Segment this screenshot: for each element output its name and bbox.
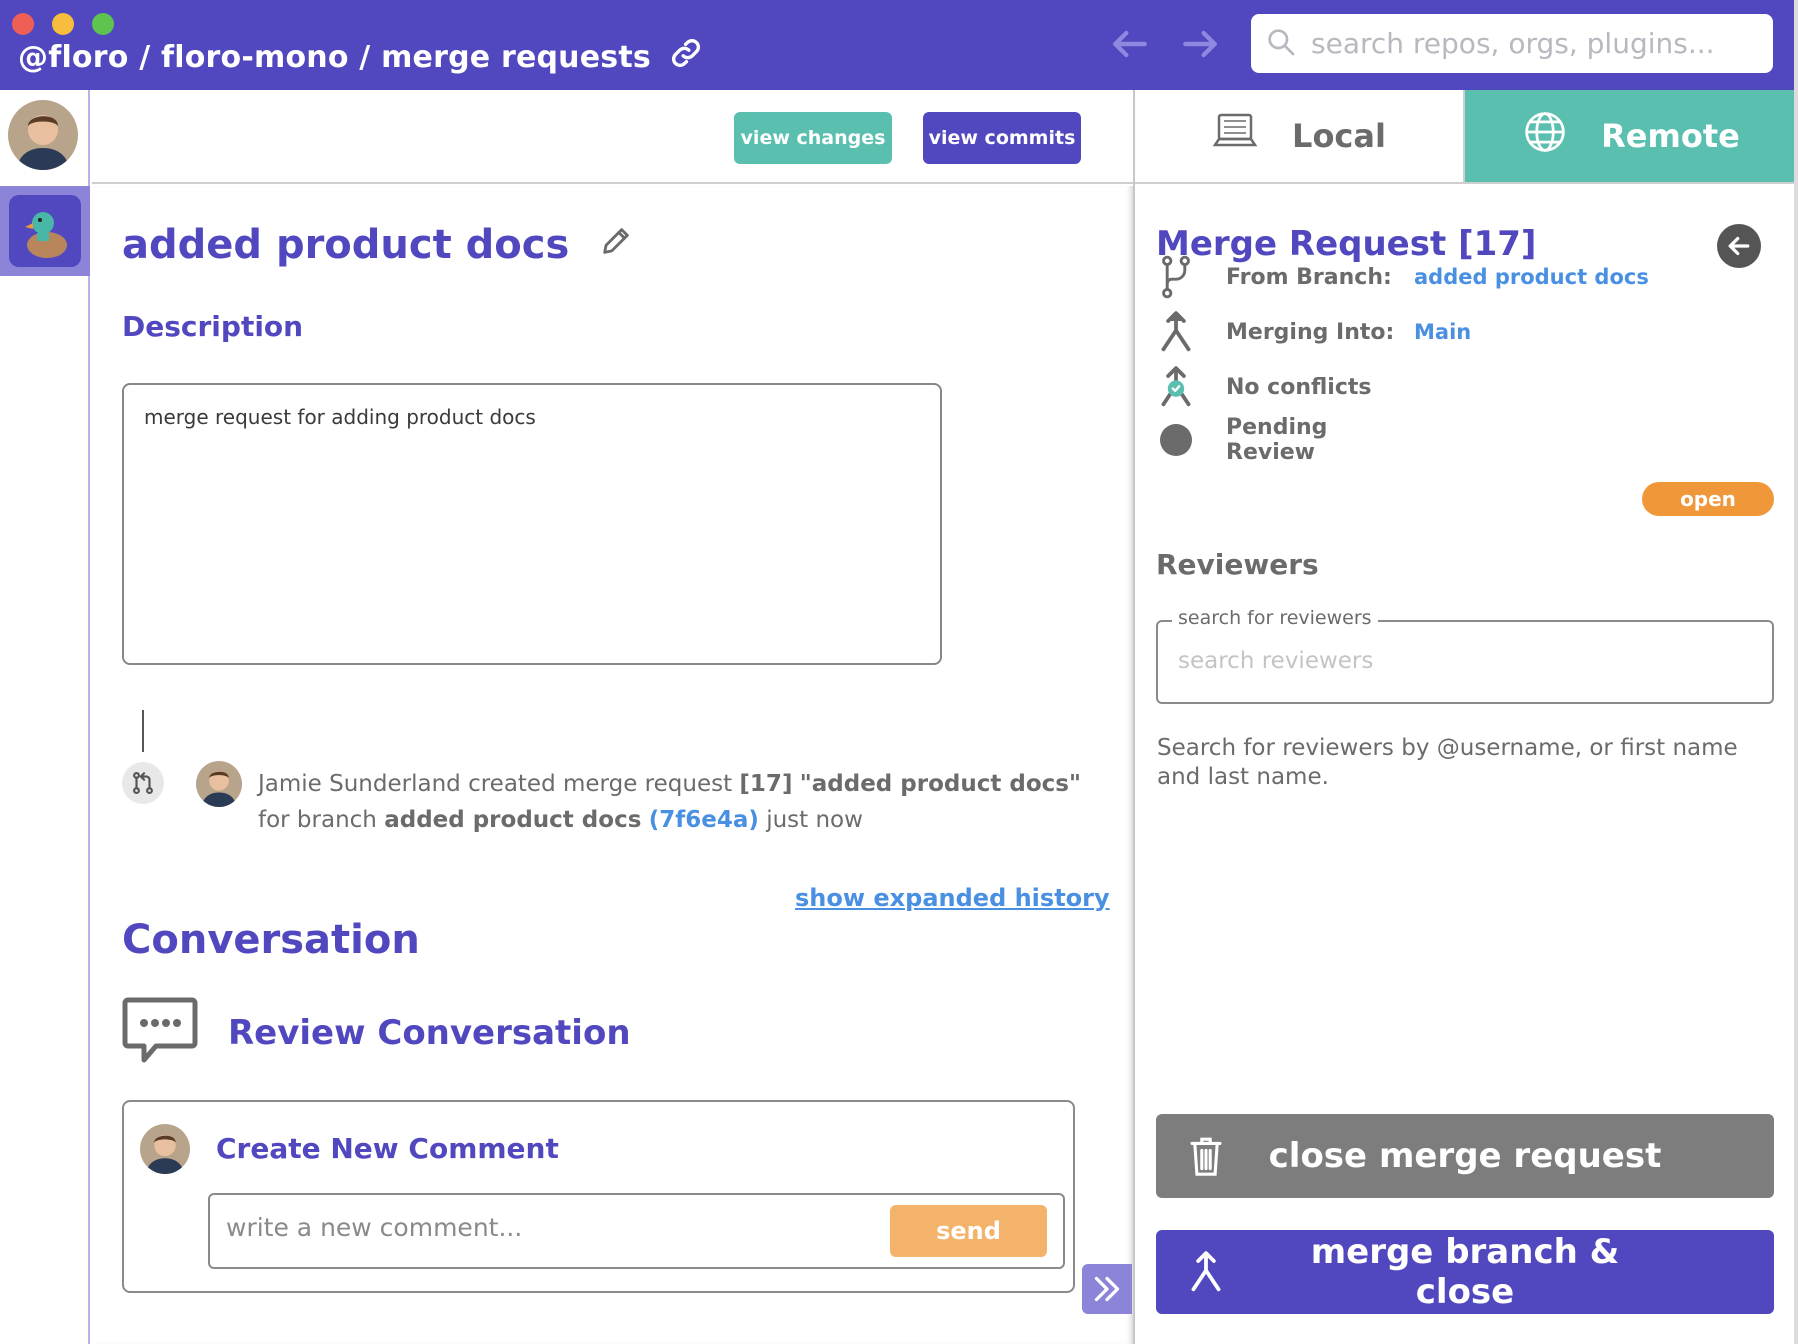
- from-branch-value[interactable]: added product docs: [1414, 265, 1649, 289]
- window-maximize-button[interactable]: [92, 13, 114, 35]
- back-arrow-icon[interactable]: [1108, 22, 1152, 70]
- no-conflicts-icon: [1156, 365, 1196, 409]
- history-time: just now: [766, 807, 863, 833]
- close-merge-request-button[interactable]: close merge request: [1156, 1114, 1774, 1198]
- from-branch-row: From Branch: added product docs: [1156, 255, 1649, 299]
- window-minimize-button[interactable]: [52, 13, 74, 35]
- merging-into-label: Merging Into:: [1226, 319, 1395, 345]
- history-commit-sha[interactable]: (7f6e4a): [649, 807, 759, 833]
- trash-icon: [1156, 1135, 1256, 1177]
- history-author-avatar: [196, 761, 242, 807]
- user-avatar[interactable]: [8, 100, 78, 170]
- status-dot-icon: [1156, 418, 1196, 462]
- laptop-icon: [1212, 111, 1258, 161]
- reviewers-label: Reviewers: [1156, 548, 1319, 581]
- review-conversation-row: Review Conversation: [122, 996, 631, 1070]
- new-comment-title: Create New Comment: [216, 1132, 559, 1165]
- search-icon: [1265, 26, 1297, 62]
- branch-icon: [1156, 255, 1196, 299]
- reviewers-help-text: Search for reviewers by @username, or fi…: [1157, 735, 1738, 790]
- history-branch: added product docs: [384, 807, 642, 833]
- comment-input-wrapper: send: [208, 1193, 1065, 1269]
- merging-into-row: Merging Into: Main: [1156, 310, 1471, 354]
- conflicts-row: No conflicts: [1156, 365, 1414, 409]
- main-toolbar: view changes view commits: [92, 90, 1133, 184]
- double-chevron-right-icon[interactable]: [1082, 1264, 1132, 1314]
- show-expanded-history-link[interactable]: show expanded history: [795, 884, 1110, 912]
- window-edge: [1794, 0, 1798, 1344]
- reviewers-field-legend: search for reviewers: [1172, 607, 1378, 629]
- merge-icon: [1156, 310, 1196, 354]
- conversation-title: Conversation: [122, 917, 420, 963]
- history-entry: Jamie Sunderland created merge request […: [258, 766, 1088, 838]
- breadcrumb-text: @floro / floro-mono / merge requests: [18, 39, 651, 75]
- status-row: Pending Review: [1156, 415, 1414, 465]
- main-content: added product docs Description merge req…: [92, 186, 1133, 1344]
- merge-branch-and-close-label: merge branch & close: [1310, 1232, 1620, 1312]
- title-bar: @floro / floro-mono / merge requests: [0, 0, 1798, 90]
- location-tabs: Local Remote: [1135, 90, 1798, 184]
- left-rail: [0, 90, 90, 1344]
- merge-branch-and-close-button[interactable]: merge branch & close: [1156, 1230, 1774, 1314]
- status-label: Pending Review: [1226, 415, 1328, 465]
- globe-icon: [1523, 110, 1567, 162]
- merge-request-panel: Merge Request [17] From Branch: added pr…: [1135, 186, 1798, 1344]
- merge-request-title-row: added product docs: [122, 222, 633, 268]
- reviewers-search-field: search for reviewers: [1156, 607, 1774, 704]
- status-badge: open: [1642, 482, 1774, 516]
- review-conversation-title: Review Conversation: [228, 1013, 631, 1053]
- history-mr-number: [17]: [739, 771, 793, 797]
- merge-request-icon: [122, 762, 164, 804]
- merge-icon: [1156, 1250, 1256, 1294]
- view-changes-button[interactable]: view changes: [734, 112, 892, 164]
- close-merge-request-label: close merge request: [1268, 1136, 1662, 1176]
- pencil-icon[interactable]: [599, 222, 633, 268]
- view-commits-button[interactable]: view commits: [923, 112, 1081, 164]
- forward-arrow-icon[interactable]: [1178, 22, 1222, 70]
- circle-back-icon[interactable]: [1717, 224, 1761, 268]
- conflicts-label: No conflicts: [1226, 374, 1372, 400]
- send-comment-button[interactable]: send: [890, 1205, 1047, 1257]
- history-mr-title: "added product docs": [799, 771, 1081, 797]
- window-close-button[interactable]: [12, 13, 34, 35]
- global-search-box: [1251, 14, 1773, 73]
- comment-input[interactable]: [226, 1213, 866, 1242]
- from-branch-label: From Branch:: [1226, 264, 1392, 290]
- reviewers-search-input[interactable]: [1178, 648, 1738, 674]
- merge-request-title: added product docs: [122, 222, 570, 268]
- breadcrumb: @floro / floro-mono / merge requests: [18, 36, 703, 78]
- description-box[interactable]: merge request for adding product docs: [122, 383, 942, 665]
- comment-author-avatar: [140, 1124, 190, 1174]
- history-action: created merge request: [468, 771, 733, 797]
- history-navigation: [1108, 22, 1222, 70]
- description-label: Description: [122, 310, 304, 343]
- history-for-branch-text: for branch: [258, 807, 377, 833]
- tab-local[interactable]: Local: [1135, 90, 1465, 182]
- merging-into-value[interactable]: Main: [1414, 320, 1471, 344]
- duck-logo-icon: [9, 195, 81, 267]
- global-search-input[interactable]: [1311, 27, 1741, 60]
- history-author: Jamie Sunderland: [258, 771, 461, 797]
- tab-remote-label: Remote: [1601, 117, 1740, 155]
- link-icon[interactable]: [669, 36, 703, 78]
- repo-app-tile[interactable]: [0, 186, 90, 276]
- chat-bubble-icon: [122, 996, 198, 1070]
- tab-remote[interactable]: Remote: [1465, 90, 1798, 182]
- new-comment-card: Create New Comment send: [122, 1100, 1075, 1293]
- tab-local-label: Local: [1292, 117, 1386, 155]
- timeline-line: [142, 710, 144, 752]
